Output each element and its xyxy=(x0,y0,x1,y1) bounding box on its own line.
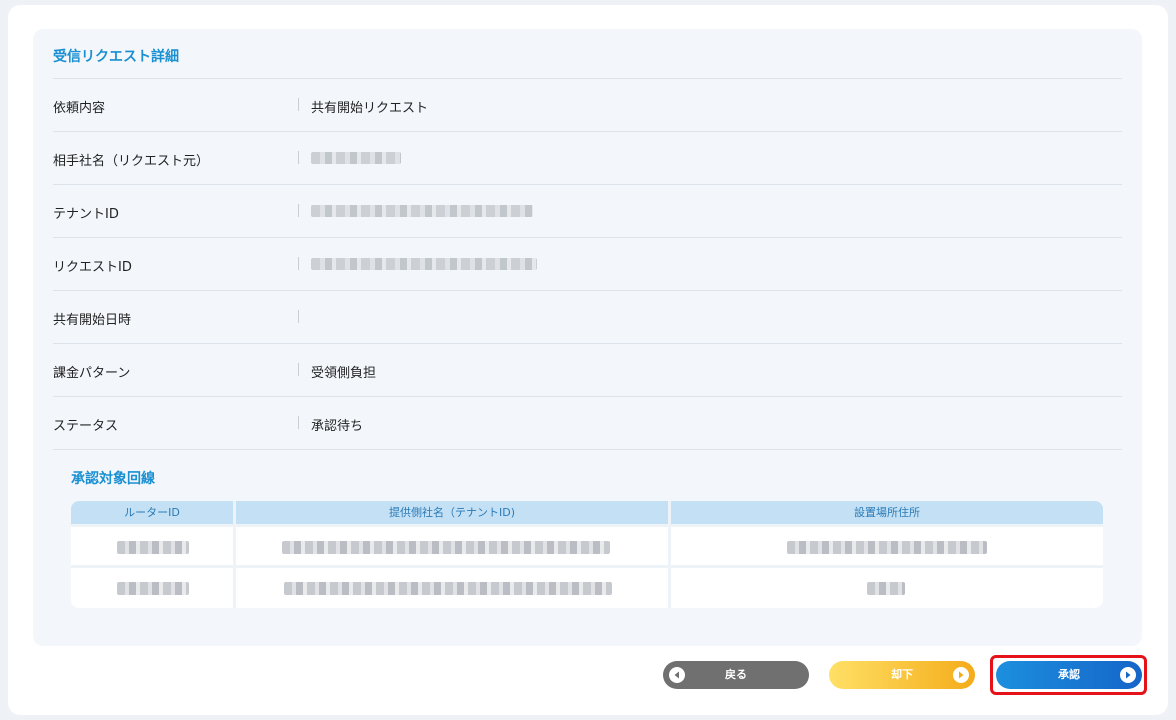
back-button[interactable]: 戻る xyxy=(663,661,809,689)
detail-label: 共有開始日時 xyxy=(53,313,132,328)
reject-button-label: 却下 xyxy=(891,668,913,681)
row-separator xyxy=(298,204,299,217)
redacted-value xyxy=(117,541,189,554)
cell-router-id xyxy=(71,568,233,608)
detail-value: 受領側負担 xyxy=(311,366,377,381)
table-header: ルーターID 提供側社名（テナントID) 設置場所住所 xyxy=(71,501,1103,524)
row-separator xyxy=(298,257,299,270)
detail-label: 相手社名（リクエスト元） xyxy=(53,154,210,169)
lines-section-title: 承認対象回線 xyxy=(71,471,155,487)
approve-button-highlight xyxy=(990,655,1147,695)
row-separator xyxy=(298,151,299,164)
redacted-value xyxy=(867,582,905,595)
row-divider xyxy=(71,524,1103,527)
table-row xyxy=(71,568,1103,608)
table-row xyxy=(71,527,1103,567)
redacted-value xyxy=(311,258,537,270)
panel-title: 受信リクエスト詳細 xyxy=(53,49,179,65)
back-button-label: 戻る xyxy=(725,668,747,681)
detail-label: ステータス xyxy=(53,419,119,434)
row-divider xyxy=(71,565,1103,568)
column-divider xyxy=(233,501,236,608)
column-header-address: 設置場所住所 xyxy=(671,501,1103,524)
cell-address xyxy=(671,568,1103,608)
status-value: 承認待ち xyxy=(311,419,364,434)
row-separator xyxy=(298,310,299,323)
detail-label: 依頼内容 xyxy=(53,101,106,116)
detail-row-partner-company: 相手社名（リクエスト元） xyxy=(53,132,1122,185)
redacted-value xyxy=(787,541,987,554)
lines-table: ルーターID 提供側社名（テナントID) 設置場所住所 xyxy=(71,501,1103,608)
arrow-left-icon xyxy=(669,667,685,683)
row-separator xyxy=(298,363,299,376)
arrow-right-icon xyxy=(953,667,969,683)
detail-row-request-id: リクエストID xyxy=(53,238,1122,291)
detail-label: テナントID xyxy=(53,207,119,222)
column-divider xyxy=(668,501,671,608)
detail-value: 共有開始リクエスト xyxy=(311,101,429,116)
redacted-value xyxy=(311,152,401,164)
redacted-value xyxy=(284,582,612,595)
detail-row-billing: 課金パターン 受領側負担 xyxy=(53,344,1122,397)
cell-address xyxy=(671,527,1103,567)
column-header-provider: 提供側社名（テナントID) xyxy=(236,501,668,524)
column-header-router-id: ルーターID xyxy=(71,501,233,524)
request-detail-panel: 受信リクエスト詳細 依頼内容 共有開始リクエスト 相手社名（リクエスト元） テナ… xyxy=(33,29,1142,646)
cell-router-id xyxy=(71,527,233,567)
redacted-value xyxy=(282,541,610,554)
detail-label: リクエストID xyxy=(53,260,132,275)
reject-button[interactable]: 却下 xyxy=(829,661,975,689)
redacted-value xyxy=(117,582,189,595)
row-separator xyxy=(298,98,299,111)
detail-label: 課金パターン xyxy=(53,366,131,381)
detail-row-share-start: 共有開始日時 xyxy=(53,291,1122,344)
cell-provider xyxy=(236,527,668,567)
redacted-value xyxy=(311,205,533,217)
detail-row-request-content: 依頼内容 共有開始リクエスト xyxy=(53,79,1122,132)
detail-row-tenant-id: テナントID xyxy=(53,185,1122,238)
cell-provider xyxy=(236,568,668,608)
detail-row-status: ステータス 承認待ち xyxy=(53,397,1122,450)
row-separator xyxy=(298,416,299,429)
